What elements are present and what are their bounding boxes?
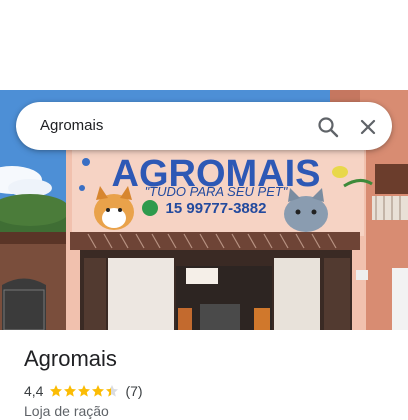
star-icon bbox=[50, 385, 63, 397]
star-icon bbox=[78, 385, 91, 397]
search-icon[interactable] bbox=[314, 113, 342, 141]
search-bar[interactable]: Agromais bbox=[16, 102, 392, 150]
review-count[interactable]: (7) bbox=[125, 383, 142, 399]
star-icon bbox=[64, 385, 77, 397]
top-blank-area bbox=[0, 0, 408, 90]
star-icon bbox=[92, 385, 105, 397]
place-category: Loja de ração bbox=[24, 403, 109, 419]
rating-row[interactable]: 4,4 (7) bbox=[24, 382, 143, 400]
storefront-sign-slogan: "TUDO PARA SEU PET" bbox=[145, 184, 289, 199]
search-input[interactable]: Agromais bbox=[40, 117, 103, 134]
storefront-sign-phone: 15 99777-3882 bbox=[166, 200, 267, 217]
close-icon[interactable] bbox=[354, 113, 382, 141]
star-icon bbox=[106, 385, 119, 397]
place-title: Agromais bbox=[24, 346, 117, 371]
rating-value: 4,4 bbox=[24, 383, 44, 399]
star-rating bbox=[49, 384, 119, 398]
